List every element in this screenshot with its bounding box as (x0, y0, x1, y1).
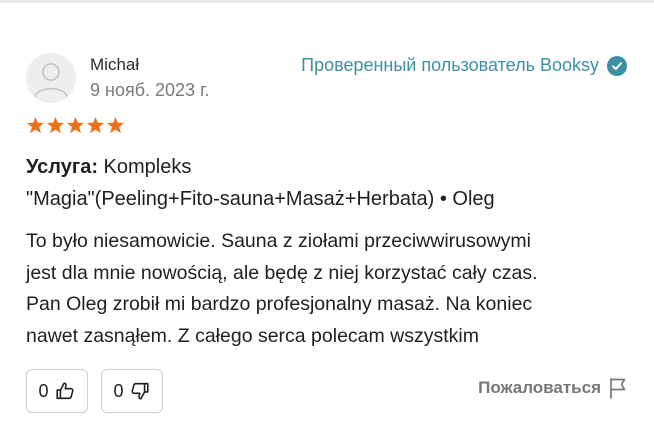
service-name-line1: Kompleks (103, 156, 192, 178)
thumbs-down-icon (130, 382, 149, 400)
review-date: 9 нояб. 2023 г. (90, 80, 210, 100)
star-icon (46, 116, 65, 134)
service-name-line2: "Magia"(Peeling+Fito-sauna+Masaż+Herbata… (26, 188, 495, 210)
avatar (26, 53, 76, 103)
reviewer-name: Michał (90, 55, 140, 74)
verified-label: Проверенный пользователь Booksy (301, 55, 599, 75)
star-icon (106, 116, 125, 134)
like-count: 0 (38, 380, 49, 401)
review-text: To było niesamowicie. Sauna z ziołami pr… (26, 226, 636, 352)
dislike-button[interactable]: 0 (101, 369, 163, 413)
review-text-line: Pan Oleg zrobił mi bardzo profesjonalny … (26, 293, 533, 315)
star-icon (86, 116, 105, 134)
review-text-line: To było niesamowicie. Sauna z ziołami pr… (26, 230, 532, 252)
report-button[interactable]: Пожаловаться (478, 377, 627, 399)
dislike-count: 0 (113, 380, 124, 401)
service-info: Услуга: Kompleks "Magia"(Peeling+Fito-sa… (26, 151, 626, 215)
thumbs-up-icon (55, 382, 74, 400)
service-label: Услуга: (26, 156, 98, 178)
report-label: Пожаловаться (478, 378, 601, 397)
flag-icon (610, 378, 626, 399)
verified-badge: Проверенный пользователь Booksy (301, 55, 627, 76)
review-text-line: nawet zasnąłem. Z całego serca polecam w… (26, 324, 480, 347)
user-icon (34, 63, 68, 98)
review-text-line: jest dla mnie nowością, ale będę z niej … (26, 261, 538, 284)
like-button[interactable]: 0 (26, 369, 88, 413)
star-icon (66, 116, 85, 134)
star-rating (26, 116, 125, 135)
top-divider (0, 0, 654, 3)
check-icon (607, 55, 627, 76)
star-icon (26, 116, 45, 134)
